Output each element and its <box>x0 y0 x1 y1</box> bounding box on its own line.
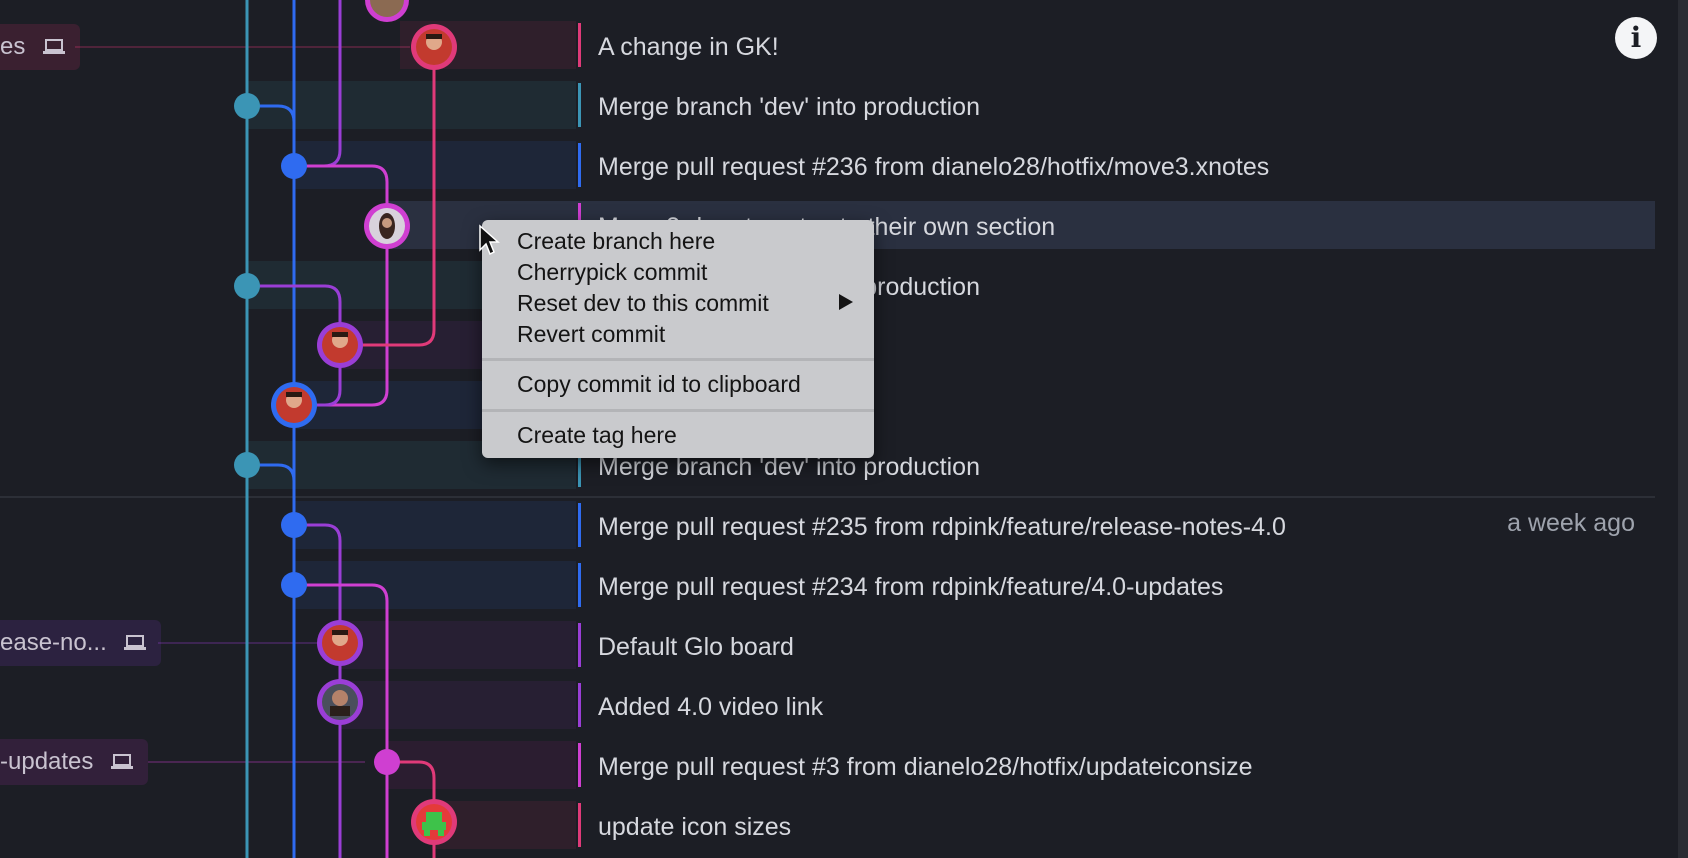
commit-message: Merge pull request #3 from dianelo28/hot… <box>598 753 1253 781</box>
avatar[interactable] <box>364 203 410 249</box>
commit-message: Merge pull request #235 from rdpink/feat… <box>598 513 1286 541</box>
submenu-arrow-icon <box>839 294 853 310</box>
menu-separator <box>482 409 874 412</box>
menu-item-revert[interactable]: Revert commit <box>517 319 665 349</box>
avatar[interactable] <box>411 799 457 845</box>
avatar[interactable] <box>317 679 363 725</box>
avatar[interactable] <box>411 24 457 70</box>
commit-node[interactable] <box>234 452 260 478</box>
scrollbar[interactable] <box>1678 0 1688 858</box>
avatar[interactable] <box>365 0 409 22</box>
commit-graph-view: A change in GK! Merge branch 'dev' into … <box>0 0 1688 858</box>
commit-node[interactable] <box>281 153 307 179</box>
commit-message: Added 4.0 video link <box>598 693 824 721</box>
commit-node[interactable] <box>234 93 260 119</box>
commit-message: Merge pull request #236 from dianelo28/h… <box>598 153 1270 181</box>
menu-separator <box>482 358 874 361</box>
commit-time: a week ago <box>1507 509 1635 537</box>
commit-message: update icon sizes <box>598 813 792 841</box>
commit-message: A change in GK! <box>598 33 779 61</box>
menu-item-create-branch[interactable]: Create branch here <box>517 226 715 256</box>
menu-item-create-tag[interactable]: Create tag here <box>517 420 677 450</box>
avatar[interactable] <box>317 620 363 666</box>
commit-node[interactable] <box>374 749 400 775</box>
avatar[interactable] <box>317 322 363 368</box>
commit-node[interactable] <box>234 273 260 299</box>
menu-item-cherrypick[interactable]: Cherrypick commit <box>517 257 707 287</box>
commit-message: Default Glo board <box>598 633 794 661</box>
commit-message: Merge branch 'dev' into production <box>598 93 980 121</box>
commit-message: Merge pull request #234 from rdpink/feat… <box>598 573 1224 601</box>
info-button[interactable]: i <box>1615 17 1657 59</box>
menu-item-reset[interactable]: Reset dev to this commit <box>517 288 769 318</box>
commit-node[interactable] <box>281 572 307 598</box>
lane-purple <box>294 0 342 168</box>
mouse-cursor-icon <box>479 224 500 256</box>
avatar[interactable] <box>271 382 317 428</box>
context-menu: Create branch here Cherrypick commit Res… <box>482 220 874 458</box>
menu-item-copy-id[interactable]: Copy commit id to clipboard <box>517 369 801 399</box>
commit-node[interactable] <box>281 512 307 538</box>
